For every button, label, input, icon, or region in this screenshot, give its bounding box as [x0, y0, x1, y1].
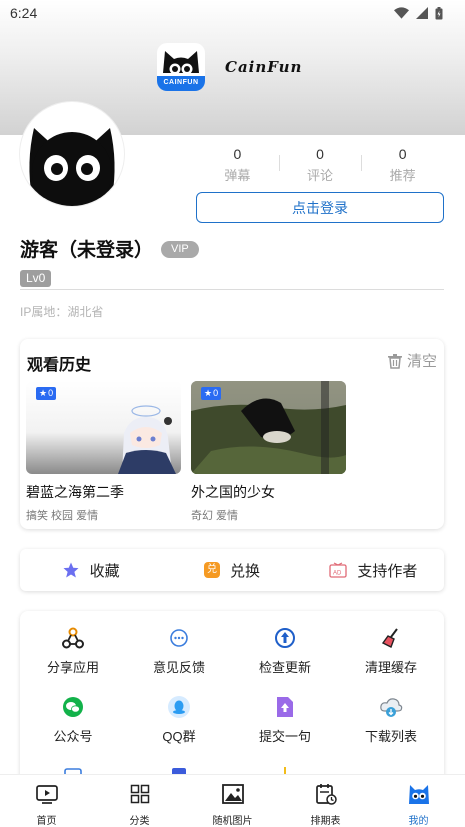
divider	[20, 289, 444, 290]
check-update-button[interactable]: 检查更新	[232, 625, 338, 676]
username: 游客（未登录）	[20, 240, 154, 261]
status-icons	[394, 6, 443, 20]
grid-label: 提交一句	[258, 729, 311, 744]
signal-icon	[416, 7, 428, 19]
tab-label: 排期表	[310, 816, 341, 827]
stat-value: 0	[316, 146, 324, 162]
video-title: 外之国的少女	[191, 484, 275, 500]
history-title: 观看历史	[27, 357, 92, 374]
stat-recommend[interactable]: 0 推荐	[361, 146, 444, 184]
favorites-button[interactable]: 收藏	[20, 549, 161, 591]
image-icon	[221, 782, 245, 805]
app-name: CainFun	[225, 58, 303, 76]
stat-value: 0	[398, 146, 407, 162]
badge-star-icon: ★	[204, 388, 213, 398]
video-tags: 搞笑 校园 爱情	[26, 510, 99, 522]
broom-icon	[378, 625, 404, 651]
logo-text: CAINFUN	[163, 79, 199, 86]
grid-label: 意见反馈	[152, 660, 205, 675]
badge-star-icon: ★	[39, 388, 48, 398]
grid-label: 检查更新	[258, 660, 311, 675]
tv-icon	[35, 782, 59, 805]
status-bar: 6:24	[0, 0, 465, 26]
status-time: 6:24	[10, 5, 38, 21]
bottom-tab-bar: 首页 分类 随机图片 排期表 我的	[0, 774, 465, 827]
feedback-button[interactable]: 意见反馈	[126, 625, 232, 676]
battery-icon	[435, 6, 443, 19]
stat-label: 弹幕	[224, 168, 251, 183]
video-thumbnail: ★ 0	[191, 381, 346, 474]
schedule-icon	[314, 782, 338, 805]
tab-home[interactable]: 首页	[0, 775, 93, 827]
video-badge: ★ 0	[201, 387, 222, 400]
exchange-icon: 兑	[203, 562, 220, 578]
action-label: 支持作者	[357, 562, 418, 580]
tab-schedule[interactable]: 排期表	[279, 775, 372, 827]
tab-label: 随机图片	[212, 816, 253, 827]
wechat-icon	[60, 694, 86, 720]
wechat-account-button[interactable]: 公众号	[20, 694, 126, 745]
feedback-icon	[166, 625, 192, 651]
tab-random-images[interactable]: 随机图片	[186, 775, 279, 827]
clear-history-button[interactable]: 清空	[387, 350, 437, 371]
tab-categories[interactable]: 分类	[93, 775, 186, 827]
watch-history-card: 观看历史 清空 ★ 0 碧蓝之海第二季 搞笑 校园 爱情 ★ 0 外之国的少女 …	[20, 339, 444, 529]
star-icon	[63, 562, 79, 578]
stat-label: 评论	[307, 168, 334, 183]
share-app-button[interactable]: 分享应用	[20, 625, 126, 676]
stat-danmaku[interactable]: 0 弹幕	[196, 146, 279, 184]
quick-actions: 收藏 兑 兑换 AD 支持作者	[20, 549, 444, 591]
app-logo: CAINFUN	[157, 43, 205, 91]
grid-icon	[128, 782, 152, 805]
ip-location: IP属地：湖北省	[20, 305, 104, 319]
login-button[interactable]: 点击登录	[196, 192, 444, 223]
download-list-button[interactable]: 下载列表	[338, 694, 444, 745]
submit-quote-button[interactable]: 提交一句	[232, 694, 338, 745]
badge-count: 0	[48, 388, 54, 398]
wifi-icon	[394, 7, 409, 19]
stat-comments[interactable]: 0 评论	[278, 146, 362, 184]
grid-label: 清理缓存	[364, 660, 417, 675]
support-author-button[interactable]: AD 支持作者	[303, 549, 444, 591]
tab-label: 分类	[129, 816, 150, 827]
cloud-download-icon	[378, 694, 404, 720]
history-item[interactable]: ★ 0 外之国的少女 奇幻 爱情	[191, 381, 346, 523]
badge-count: 0	[213, 388, 219, 398]
clear-label: 清空	[406, 353, 437, 370]
vip-badge[interactable]: VIP	[161, 241, 199, 258]
history-item[interactable]: ★ 0 碧蓝之海第二季 搞笑 校园 爱情	[26, 381, 181, 523]
tab-label: 首页	[36, 816, 57, 827]
share-icon	[60, 625, 86, 651]
app-brand: CAINFUN CainFun	[157, 43, 302, 91]
qq-icon	[166, 694, 192, 720]
stat-value: 0	[233, 146, 242, 162]
video-title: 碧蓝之海第二季	[26, 484, 124, 500]
action-label: 收藏	[89, 562, 120, 580]
level-badge: Lv0	[20, 270, 52, 287]
profile-stats: 0 弹幕 0 评论 0 推荐	[196, 146, 444, 184]
video-tags: 奇幻 爱情	[191, 510, 239, 522]
tab-label: 我的	[408, 816, 429, 827]
upload-file-icon	[272, 694, 298, 720]
action-label: 兑换	[229, 562, 260, 580]
svg-text:AD: AD	[333, 571, 342, 577]
grid-label: 公众号	[53, 729, 93, 744]
grid-label: 下载列表	[364, 729, 417, 744]
qq-group-button[interactable]: QQ群	[126, 694, 232, 745]
grid-label: QQ群	[162, 729, 196, 744]
cat-icon	[407, 782, 431, 805]
stat-label: 推荐	[389, 168, 416, 183]
trash-icon	[387, 353, 402, 369]
clear-cache-button[interactable]: 清理缓存	[338, 625, 444, 676]
update-icon	[272, 625, 298, 651]
grid-label: 分享应用	[46, 660, 99, 675]
avatar[interactable]	[20, 102, 124, 206]
tab-profile[interactable]: 我的	[372, 775, 465, 827]
cat-avatar-icon	[29, 128, 115, 206]
video-badge: ★ 0	[36, 387, 57, 400]
exchange-button[interactable]: 兑 兑换	[161, 549, 302, 591]
video-thumbnail: ★ 0	[26, 381, 181, 474]
ad-icon: AD	[329, 562, 347, 578]
